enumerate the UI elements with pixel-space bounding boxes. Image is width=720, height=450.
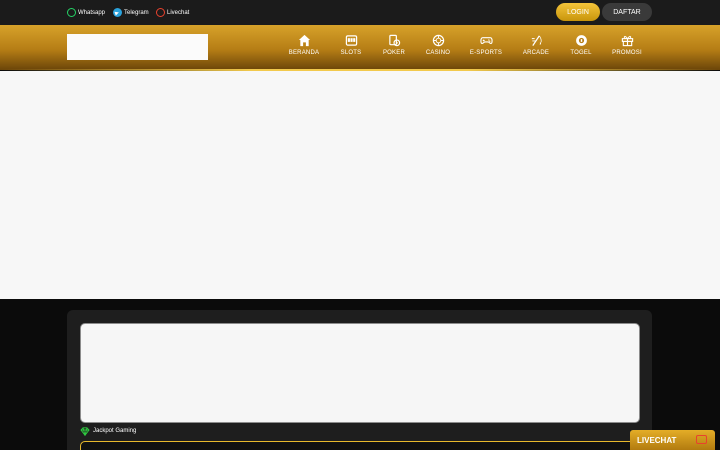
whatsapp-label: Whatsapp (78, 9, 106, 16)
home-icon (298, 34, 310, 47)
login-button[interactable]: LOGIN (556, 3, 600, 21)
top-bar: Whatsapp Telegram Livechat LOGIN DAFTAR (0, 0, 720, 25)
nav-label-togel: TOGEL (570, 50, 592, 56)
diamond-icon (80, 426, 90, 436)
livechat-icon (156, 8, 165, 17)
floating-livechat-label: LIVECHAT (637, 435, 677, 445)
jackpot-counter-box (80, 441, 640, 450)
nav-item-esports[interactable]: E-SPORTS (464, 34, 508, 64)
gamepad-icon (479, 37, 493, 45)
nav-item-slots[interactable]: SLOTS (329, 34, 373, 64)
nav-label-arcade: ARCADE (522, 50, 550, 56)
nav-item-togel[interactable]: TOGEL (559, 34, 603, 64)
nav-label-beranda: BERANDA (288, 50, 320, 56)
nav-item-promosi[interactable]: PROMOSI (605, 34, 649, 64)
whatsapp-link[interactable]: Whatsapp (67, 7, 105, 18)
lottery-ball-icon (575, 35, 587, 46)
nav-label-casino: CASINO (425, 50, 451, 56)
gift-icon (621, 35, 633, 47)
chat-bubble-icon (696, 435, 707, 444)
featured-panel (80, 323, 640, 423)
roulette-icon (432, 34, 444, 47)
telegram-link[interactable]: Telegram (113, 7, 149, 18)
poker-cards-icon (388, 34, 400, 47)
fishing-rod-icon (531, 35, 542, 46)
main-navbar: BERANDA SLOTS POKER CASINO E-SPORTS ARCA… (0, 25, 720, 71)
telegram-icon (113, 8, 122, 17)
livechat-link[interactable]: Livechat (156, 7, 189, 18)
nav-label-promosi: PROMOSI (612, 50, 642, 56)
nav-item-casino[interactable]: CASINO (416, 34, 460, 64)
nav-label-slots: SLOTS (340, 50, 362, 56)
whatsapp-icon (67, 8, 76, 17)
nav-label-poker: POKER (382, 50, 405, 56)
floating-livechat-button[interactable]: LIVECHAT (630, 430, 715, 450)
register-button[interactable]: DAFTAR (602, 3, 652, 21)
jackpot-label: Jackpot Gaming (93, 428, 137, 434)
nav-item-arcade[interactable]: ARCADE (514, 34, 558, 64)
jackpot-heading: Jackpot Gaming (80, 425, 136, 437)
telegram-label: Telegram (124, 9, 149, 16)
slot-machine-icon (345, 35, 357, 46)
nav-item-poker[interactable]: POKER (372, 34, 416, 64)
livechat-label: Livechat (167, 9, 190, 16)
site-logo[interactable] (67, 34, 208, 60)
nav-label-esports: E-SPORTS (469, 50, 503, 56)
hero-banner (0, 71, 720, 299)
nav-item-beranda[interactable]: BERANDA (282, 34, 326, 64)
